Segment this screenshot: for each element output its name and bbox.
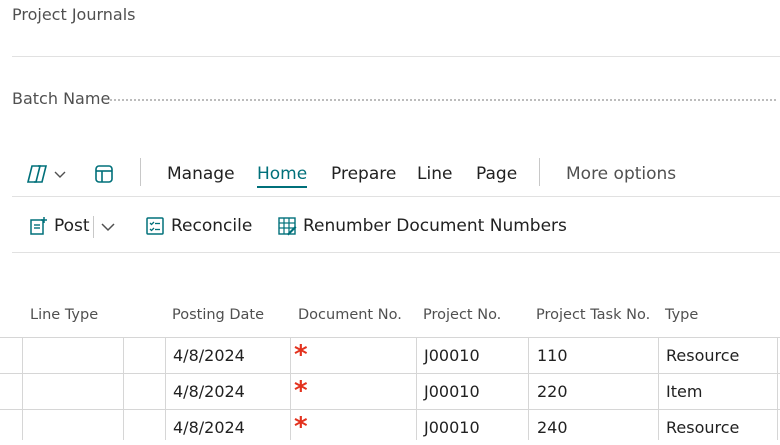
divider xyxy=(12,56,780,57)
table-row[interactable]: 4/8/2024 * J00010 220 Item xyxy=(0,373,780,409)
divider xyxy=(12,196,780,197)
tab-page[interactable]: Page xyxy=(476,154,517,194)
tab-manage[interactable]: Manage xyxy=(167,154,235,194)
renumber-label: Renumber Document Numbers xyxy=(303,216,567,236)
action-bar-separator xyxy=(539,158,540,186)
project-task-no-cell[interactable]: 110 xyxy=(537,338,568,373)
type-cell[interactable]: Resource xyxy=(666,338,739,373)
posting-date-cell[interactable]: 4/8/2024 xyxy=(173,338,245,373)
column-header-type[interactable]: Type xyxy=(665,307,698,323)
post-button[interactable]: Post xyxy=(28,206,90,246)
type-cell[interactable]: Item xyxy=(666,374,702,409)
posting-date-cell[interactable]: 4/8/2024 xyxy=(173,374,245,409)
reconcile-icon xyxy=(146,217,164,235)
renumber-icon xyxy=(278,217,297,236)
chevron-down-icon xyxy=(101,223,115,232)
post-icon xyxy=(30,217,47,235)
toolbar: Post Reconcile Renumber Document Numbers xyxy=(12,206,780,246)
journal-grid: 4/8/2024 * J00010 110 Resource 4/8/2024 … xyxy=(0,337,780,445)
document-no-cell[interactable]: * xyxy=(294,338,308,373)
renumber-button[interactable]: Renumber Document Numbers xyxy=(277,206,567,246)
table-row[interactable]: 4/8/2024 * J00010 110 Resource xyxy=(0,337,780,373)
project-no-cell[interactable]: J00010 xyxy=(424,338,480,373)
tab-prepare[interactable]: Prepare xyxy=(331,154,396,194)
document-no-cell[interactable]: * xyxy=(294,374,308,409)
action-bar: Manage Home Prepare Line Page More optio… xyxy=(12,154,780,194)
page-title: Project Journals xyxy=(12,5,136,24)
divider xyxy=(12,252,780,253)
tab-home[interactable]: Home xyxy=(257,154,308,194)
post-dropdown[interactable] xyxy=(100,206,122,246)
more-options-button[interactable]: More options xyxy=(566,154,676,194)
page-layout-button[interactable] xyxy=(94,154,114,194)
reconcile-label: Reconcile xyxy=(171,216,253,236)
copilot-menu[interactable] xyxy=(26,154,67,194)
action-bar-separator xyxy=(140,158,141,186)
toolbar-separator xyxy=(93,216,94,238)
column-header-line-type[interactable]: Line Type xyxy=(30,307,98,323)
project-no-cell[interactable]: J00010 xyxy=(424,374,480,409)
reconcile-button[interactable]: Reconcile xyxy=(145,206,252,246)
post-label: Post xyxy=(54,216,90,236)
column-header-project-task-no[interactable]: Project Task No. xyxy=(536,307,650,323)
page-layout-icon xyxy=(95,165,113,183)
chevron-down-icon xyxy=(54,171,66,178)
batch-name-row[interactable]: Batch Name xyxy=(12,88,780,110)
batch-name-label: Batch Name xyxy=(12,89,117,108)
column-header-project-no[interactable]: Project No. xyxy=(423,307,501,323)
column-header-document-no[interactable]: Document No. xyxy=(298,307,402,323)
project-task-no-cell[interactable]: 220 xyxy=(537,374,568,409)
copilot-icon xyxy=(26,165,48,183)
column-header-posting-date[interactable]: Posting Date xyxy=(172,307,264,323)
tab-line[interactable]: Line xyxy=(417,154,452,194)
batch-name-field[interactable] xyxy=(110,99,776,101)
